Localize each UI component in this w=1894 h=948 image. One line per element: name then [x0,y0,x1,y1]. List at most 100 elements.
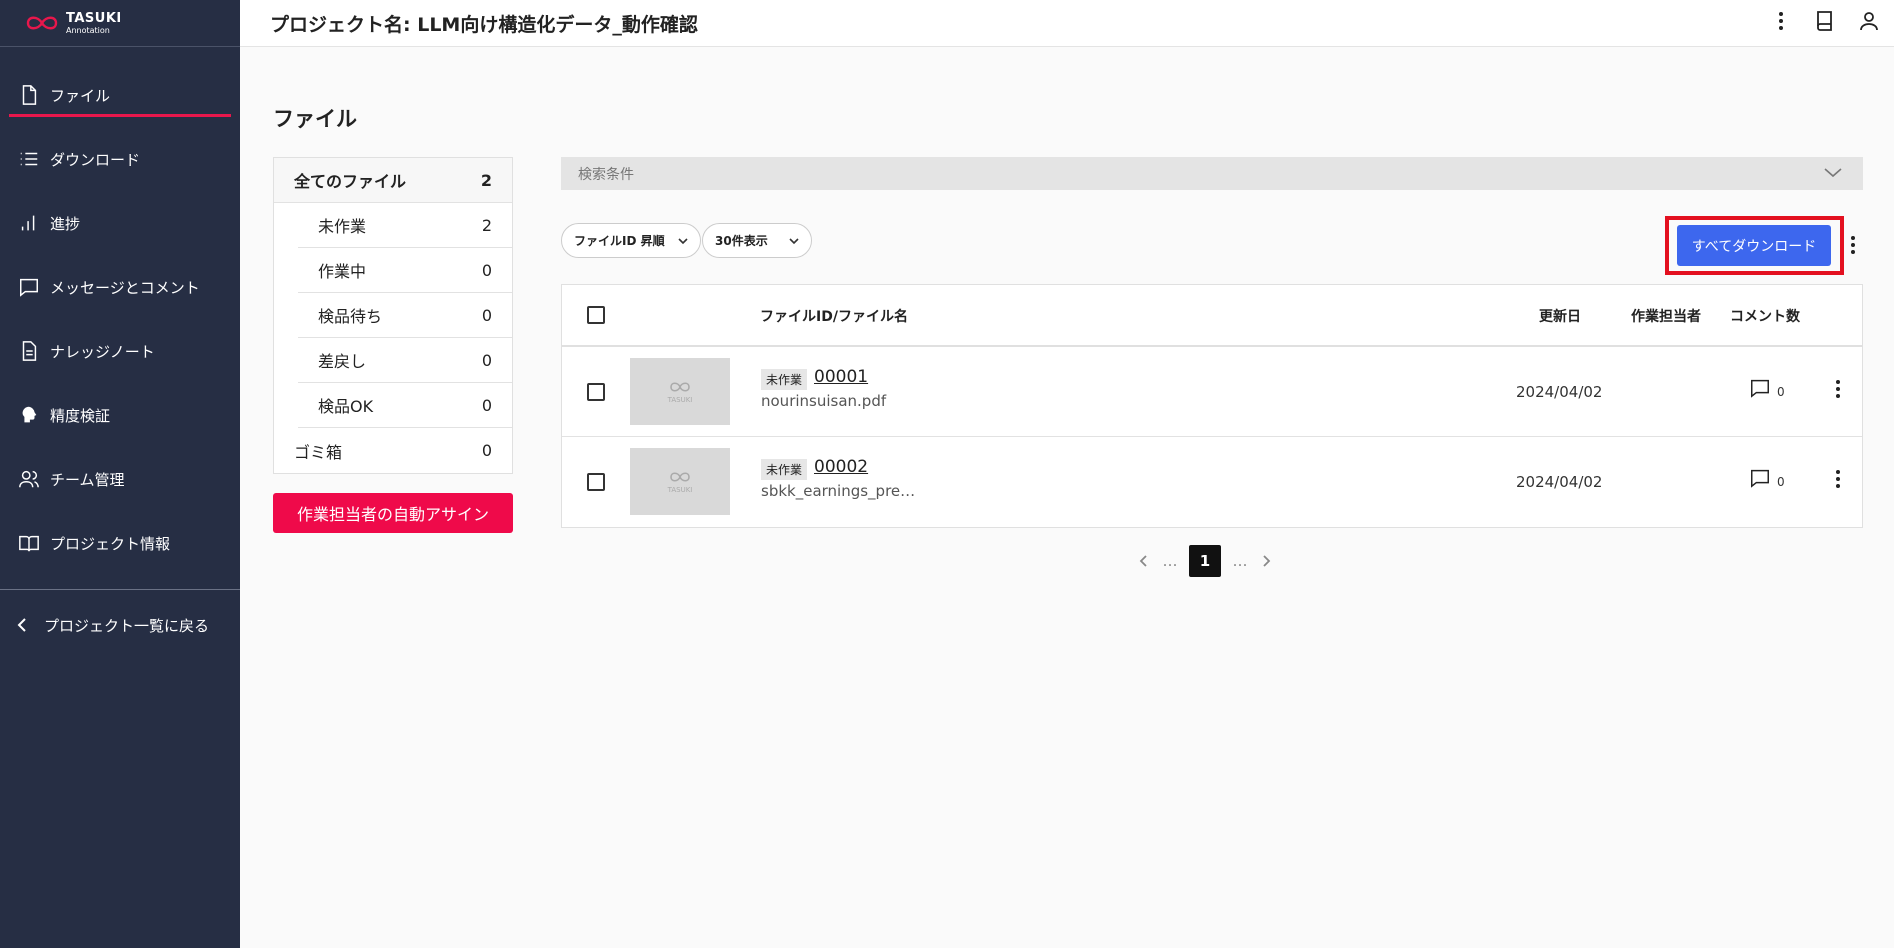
search-label: 検索条件 [578,166,634,183]
user-icon[interactable] [1854,6,1884,36]
more-vert-icon[interactable] [1848,232,1858,258]
sidebar-item-label: ダウンロード [50,150,141,169]
chevron-left-icon[interactable] [1137,554,1151,568]
file-thumbnail[interactable]: TASUKI [630,448,730,515]
status-label: 全てのファイル [294,172,407,191]
status-count: 0 [481,305,492,325]
auto-assign-button[interactable]: 作業担当者の自動アサイン [273,493,513,533]
team-icon [18,468,40,490]
row-checkbox[interactable] [587,383,605,401]
pagination-ellipsis: … [1162,552,1178,570]
search-conditions-toggle[interactable]: 検索条件 [561,157,1863,190]
more-vert-icon[interactable] [1766,6,1796,36]
file-name: sbkk_earnings_pre… [761,482,916,500]
status-label: 差戻し [318,352,367,371]
chevron-right-icon[interactable] [1259,554,1273,568]
logo-title: TASUKI [66,10,122,26]
status-count: 0 [481,441,492,460]
file-thumbnail[interactable]: TASUKI [630,358,730,425]
more-vert-icon[interactable] [1833,380,1843,402]
sidebar-item-messages[interactable]: メッセージとコメント [0,255,240,319]
sidebar-item-label: プロジェクト情報 [50,534,171,553]
thumbnail-text: TASUKI [667,395,693,404]
status-label: 未作業 [318,217,367,236]
page-size-select-value: 30件表示 [715,234,768,248]
table-row[interactable]: TASUKI 未作業 00002 sbkk_earnings_pre… 2024… [562,437,1862,527]
sidebar-item-label: ナレッジノート [50,342,155,361]
status-count: 2 [480,170,492,190]
sidebar-item-label: メッセージとコメント [50,278,200,297]
chevron-down-icon [678,238,688,245]
sidebar-item-label: 進捗 [50,214,81,233]
table-row[interactable]: TASUKI 未作業 00001 nourinsuisan.pdf 2024/0… [562,347,1862,437]
sidebar-nav: ファイル ダウンロード 進捗 メッセージとコメント ナレッジノート 精度検証 チ… [0,47,240,575]
status-label: 検品待ち [318,307,383,326]
book-icon[interactable] [1810,6,1840,36]
note-icon [18,340,40,362]
sidebar-item-progress[interactable]: 進捗 [0,191,240,255]
updated-date: 2024/04/02 [1516,383,1603,401]
sidebar: TASUKI Annotation ファイル ダウンロード 進捗 メッセージとコ… [0,0,240,948]
file-id-link[interactable]: 00002 [814,457,868,477]
thumbnail-text: TASUKI [667,485,693,494]
sidebar-item-files[interactable]: ファイル [0,63,240,127]
more-vert-icon[interactable] [1833,470,1843,492]
list-icon [18,148,40,170]
status-badge: 未作業 [761,459,808,480]
status-filter-returned[interactable]: 差戻し 0 [298,338,512,383]
pagination-current-page[interactable]: 1 [1189,545,1221,577]
status-badge: 未作業 [761,369,808,390]
pagination-ellipsis: … [1232,552,1248,570]
sidebar-item-team[interactable]: チーム管理 [0,447,240,511]
row-checkbox[interactable] [587,473,605,491]
column-header-file[interactable]: ファイルID/ファイル名 [760,306,908,326]
sort-select-value: ファイルID 昇順 [574,234,665,248]
status-filter-awaiting-inspection[interactable]: 検品待ち 0 [298,293,512,338]
status-filter-panel: 全てのファイル 2 未作業 2 作業中 0 検品待ち 0 差戻し 0 検品OK … [273,157,513,474]
status-count: 2 [481,215,492,235]
column-header-updated[interactable]: 更新日 [1539,306,1581,326]
select-all-checkbox[interactable] [587,306,605,324]
status-filter-trash[interactable]: ゴミ箱 0 [274,428,512,473]
status-filter-not-started[interactable]: 未作業 2 [298,203,512,248]
status-filter-all[interactable]: 全てのファイル 2 [274,158,512,203]
file-id-link[interactable]: 00001 [814,367,868,387]
sidebar-item-label: ファイル [50,86,111,105]
top-header: プロジェクト名: LLM向け構造化データ_動作確認 [240,0,1894,47]
sidebar-item-accuracy[interactable]: 精度検証 [0,383,240,447]
sidebar-item-label: チーム管理 [50,470,125,489]
sidebar-item-download[interactable]: ダウンロード [0,127,240,191]
header-actions [1766,6,1884,36]
table-header: ファイルID/ファイル名 更新日 作業担当者 コメント数 [562,285,1862,347]
sort-select[interactable]: ファイルID 昇順 [561,223,701,258]
logo[interactable]: TASUKI Annotation [0,0,240,47]
status-label: ゴミ箱 [294,442,343,462]
sidebar-item-label: 精度検証 [50,406,111,425]
bar-chart-icon [18,212,40,234]
tasuki-logo-icon [26,16,58,30]
comment-count-button[interactable]: 0 [1749,467,1785,489]
back-to-projects-link[interactable]: プロジェクト一覧に戻る [0,590,240,660]
updated-date: 2024/04/02 [1516,473,1603,491]
status-filter-in-progress[interactable]: 作業中 0 [298,248,512,293]
comment-count-button[interactable]: 0 [1749,377,1785,399]
file-table: ファイルID/ファイル名 更新日 作業担当者 コメント数 TASUKI 未作業 … [561,284,1863,528]
status-count: 0 [481,260,492,280]
logo-subtitle: Annotation [66,25,110,35]
column-header-assignee[interactable]: 作業担当者 [1631,306,1701,326]
download-all-button[interactable]: すべてダウンロード [1677,225,1831,266]
chevron-left-icon [17,618,26,632]
pagination: … 1 … [1137,545,1273,577]
file-icon [18,84,40,106]
status-filter-inspection-ok[interactable]: 検品OK 0 [298,383,512,428]
column-header-comments[interactable]: コメント数 [1730,306,1800,326]
tasuki-logo-icon [670,471,690,482]
sidebar-item-knowledge[interactable]: ナレッジノート [0,319,240,383]
comment-icon [1751,469,1769,488]
page-size-select[interactable]: 30件表示 [702,223,812,258]
message-icon [18,276,40,298]
chevron-down-icon [789,238,799,245]
sidebar-item-project-info[interactable]: プロジェクト情報 [0,511,240,575]
comment-count: 0 [1777,475,1785,489]
project-title: プロジェクト名: LLM向け構造化データ_動作確認 [270,13,698,36]
